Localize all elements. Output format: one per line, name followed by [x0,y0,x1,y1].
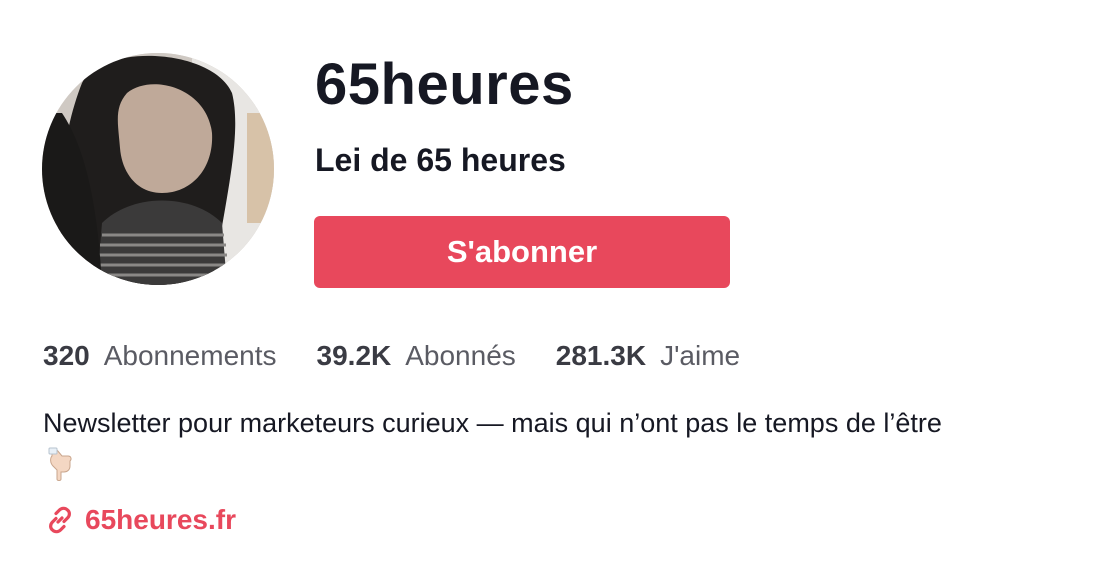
profile-link[interactable]: 65heures.fr [45,504,236,536]
link-icon [45,505,75,535]
pointing-down-hand-icon [46,446,74,482]
stat-followers[interactable]: 39.2K Abonnés [317,340,516,372]
bio-text: Newsletter pour marketeurs curieux — mai… [43,408,942,438]
followers-count: 39.2K [316,340,392,371]
nickname: Lei de 65 heures [315,142,566,178]
following-count: 320 [43,340,90,371]
followers-label: Abonnés [405,340,516,371]
follow-button[interactable]: S'abonner [314,216,730,288]
stats-row: 320 Abonnements 39.2K Abonnés 281.3K J'a… [43,334,780,378]
avatar-photo [42,53,274,285]
profile-link-text: 65heures.fr [85,504,236,535]
stat-following[interactable]: 320 Abonnements [43,340,277,372]
following-label: Abonnements [103,340,277,371]
stat-likes: 281.3K J'aime [556,340,740,372]
avatar[interactable] [42,53,274,285]
username: 65heures [315,52,574,117]
likes-count: 281.3K [555,340,647,371]
likes-label: J'aime [660,340,741,371]
